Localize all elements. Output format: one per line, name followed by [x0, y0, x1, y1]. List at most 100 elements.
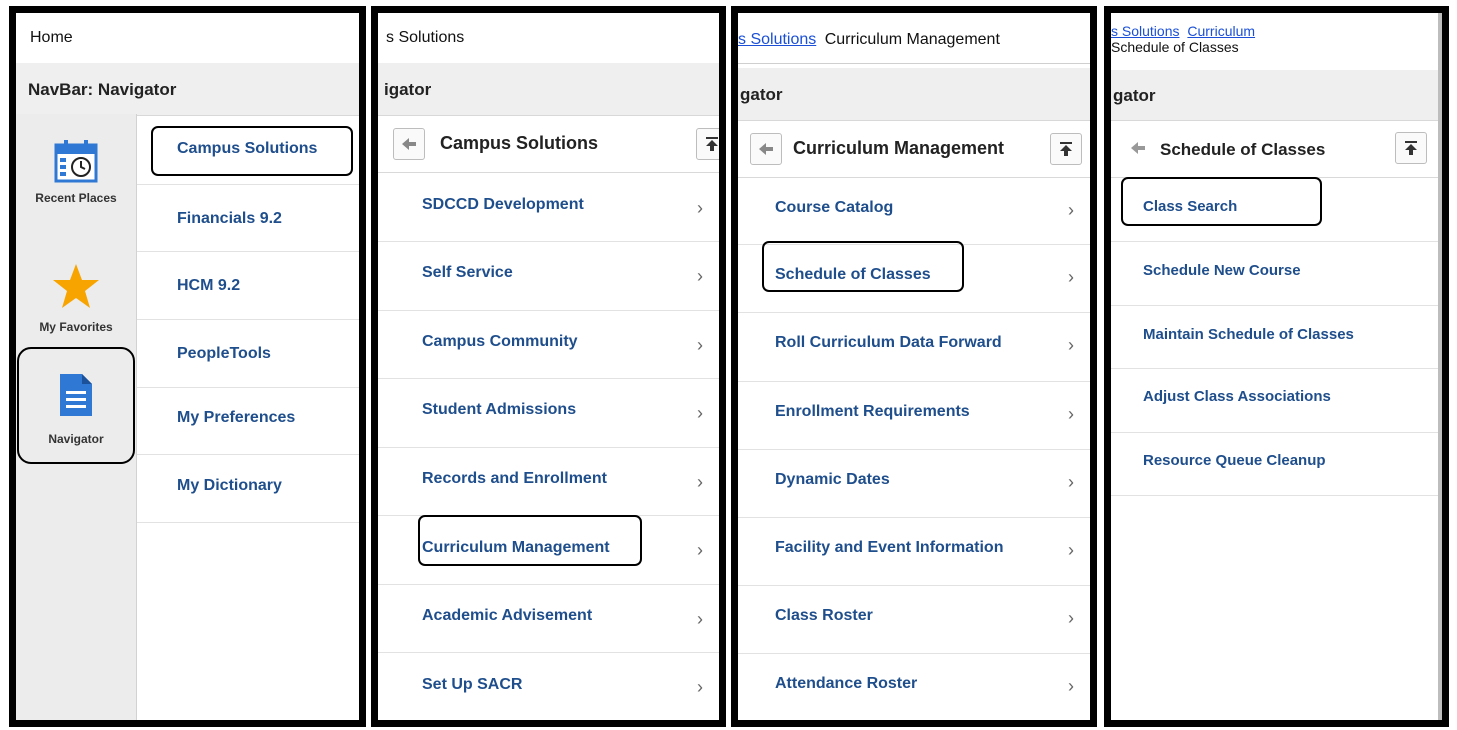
navbar-sidebar: Recent Places My Favorites Navigator [16, 114, 137, 720]
menu-item-records-and-enrollment[interactable]: Records and Enrollment › [378, 447, 719, 516]
menu-item-label: Schedule of Classes [775, 266, 931, 283]
sidebar-label-my-favorites: My Favorites [39, 320, 113, 334]
menu-item-label: Curriculum Management [422, 539, 610, 556]
back-button[interactable] [750, 133, 782, 165]
menu-item-attendance-roster[interactable]: Attendance Roster › [738, 653, 1090, 720]
menu-item-roll-curriculum-data-forward[interactable]: Roll Curriculum Data Forward › [738, 312, 1090, 382]
sidebar-item-recent-places[interactable]: Recent Places [16, 134, 136, 224]
menu-item-self-service[interactable]: Self Service › [378, 241, 719, 311]
menu-item-my-preferences[interactable]: My Preferences [137, 387, 359, 455]
menu-item-dynamic-dates[interactable]: Dynamic Dates › [738, 449, 1090, 518]
folder-menu: Course Catalog › Schedule of Classes › R… [738, 178, 1090, 720]
breadcrumb: s Solutions Curriculum Management [738, 13, 1090, 64]
menu-item-label: Attendance Roster [775, 675, 918, 692]
panel-campus-solutions: s Solutions igator Campus Solutions SDCC… [371, 6, 726, 727]
chevron-right-icon: › [697, 472, 703, 492]
menu-item-curriculum-management[interactable]: Curriculum Management › [378, 515, 719, 585]
menu-item-label: HCM 9.2 [177, 277, 241, 294]
scrollbar[interactable] [1438, 13, 1442, 720]
chevron-right-icon: › [697, 403, 703, 423]
menu-item-label: SDCCD Development [422, 196, 584, 213]
breadcrumb-current: Schedule of Classes [1111, 39, 1239, 55]
menu-item-peopletools[interactable]: PeopleTools [137, 319, 359, 388]
breadcrumb-link-curriculum[interactable]: Curriculum [1187, 23, 1255, 39]
folder-title: Campus Solutions [440, 133, 599, 153]
sidebar-item-my-favorites[interactable]: My Favorites [16, 254, 136, 344]
page-title: gator [1113, 86, 1156, 105]
menu-item-adjust-class-associations[interactable]: Adjust Class Associations [1111, 368, 1438, 433]
menu-item-my-dictionary[interactable]: My Dictionary [137, 454, 359, 523]
arrow-left-icon [1131, 142, 1145, 154]
chevron-right-icon: › [697, 677, 703, 697]
menu-item-course-catalog[interactable]: Course Catalog › [738, 178, 1090, 245]
star-icon [51, 262, 101, 315]
breadcrumb-home[interactable]: Home [30, 29, 73, 47]
folder-header: Curriculum Management [738, 121, 1090, 178]
menu-item-enrollment-requirements[interactable]: Enrollment Requirements › [738, 381, 1090, 450]
menu-item-schedule-new-course[interactable]: Schedule New Course [1111, 241, 1438, 306]
chevron-right-icon: › [697, 198, 703, 218]
back-button[interactable] [1123, 133, 1155, 165]
menu-item-academic-advisement[interactable]: Academic Advisement › [378, 584, 719, 653]
menu-item-class-roster[interactable]: Class Roster › [738, 585, 1090, 654]
sidebar-item-navigator[interactable]: Navigator [16, 364, 136, 464]
menu-item-label: Course Catalog [775, 199, 894, 216]
sidebar-label-recent-places: Recent Places [35, 191, 117, 205]
menu-item-label: Self Service [422, 264, 513, 281]
menu-item-label: Adjust Class Associations [1143, 388, 1331, 405]
breadcrumb: Home [16, 13, 359, 64]
menu-item-label: Resource Queue Cleanup [1143, 452, 1326, 469]
chevron-right-icon: › [1068, 608, 1074, 628]
arrow-up-bar-icon [706, 137, 718, 151]
menu-item-schedule-of-classes[interactable]: Schedule of Classes › [738, 244, 1090, 313]
panel-curriculum-management: s Solutions Curriculum Management gator … [731, 6, 1097, 727]
menu-item-maintain-schedule-of-classes[interactable]: Maintain Schedule of Classes [1111, 305, 1438, 369]
panel-schedule-of-classes: s Solutions Curriculum Schedule of Class… [1104, 6, 1449, 727]
menu-item-label: Campus Community [422, 333, 578, 350]
menu-item-label: My Preferences [177, 409, 296, 426]
menu-item-student-admissions[interactable]: Student Admissions › [378, 378, 719, 448]
chevron-right-icon: › [1068, 472, 1074, 492]
breadcrumb-link-campus-solutions[interactable]: s Solutions [1111, 23, 1179, 39]
menu-item-label: Schedule New Course [1143, 262, 1301, 279]
menu-item-label: PeopleTools [177, 345, 271, 362]
menu-item-label: Class Roster [775, 607, 873, 624]
folder-title: Schedule of Classes [1160, 140, 1326, 159]
menu-item-class-search[interactable]: Class Search [1111, 177, 1438, 242]
menu-item-label: Maintain Schedule of Classes [1143, 326, 1354, 343]
menu-item-set-up-sacr[interactable]: Set Up SACR › [378, 652, 719, 720]
page-title: NavBar: Navigator [28, 80, 177, 99]
page-title: igator [384, 80, 432, 99]
arrow-up-bar-icon [1060, 142, 1072, 156]
folder-title: Curriculum Management [793, 138, 1005, 158]
chevron-right-icon: › [697, 335, 703, 355]
chevron-right-icon: › [697, 540, 703, 560]
breadcrumb: s Solutions [378, 13, 719, 64]
breadcrumb-current: Curriculum Management [824, 31, 1000, 48]
back-button[interactable] [393, 128, 425, 160]
sidebar-label-navigator: Navigator [48, 432, 104, 446]
breadcrumb-link-campus-solutions[interactable]: s Solutions [738, 31, 816, 48]
chevron-right-icon: › [1068, 676, 1074, 696]
arrow-left-icon [402, 138, 416, 150]
menu-item-sdccd-development[interactable]: SDCCD Development › [378, 173, 719, 242]
collapse-button[interactable] [696, 128, 719, 160]
chevron-right-icon: › [1068, 267, 1074, 287]
panel-home-navigator: Home NavBar: Navigator Recent Places My … [9, 6, 366, 727]
menu-item-label: Dynamic Dates [775, 471, 890, 488]
folder-menu: SDCCD Development › Self Service › Campu… [378, 173, 719, 720]
collapse-button[interactable] [1050, 133, 1082, 165]
menu-item-resource-queue-cleanup[interactable]: Resource Queue Cleanup [1111, 432, 1438, 496]
menu-item-campus-community[interactable]: Campus Community › [378, 310, 719, 379]
folder-header: Schedule of Classes [1111, 121, 1442, 178]
menu-item-label: Class Search [1143, 198, 1238, 215]
folder-menu: Class Search Schedule New Course Maintai… [1111, 177, 1438, 720]
collapse-button[interactable] [1395, 132, 1427, 164]
menu-item-campus-solutions[interactable]: Campus Solutions [137, 114, 359, 185]
menu-item-label: Roll Curriculum Data Forward [775, 334, 1002, 351]
menu-item-hcm[interactable]: HCM 9.2 [137, 251, 359, 320]
menu-item-financials[interactable]: Financials 9.2 [137, 184, 359, 252]
chevron-right-icon: › [1068, 200, 1074, 220]
arrow-left-icon [759, 143, 773, 155]
menu-item-facility-and-event-information[interactable]: Facility and Event Information › [738, 517, 1090, 586]
